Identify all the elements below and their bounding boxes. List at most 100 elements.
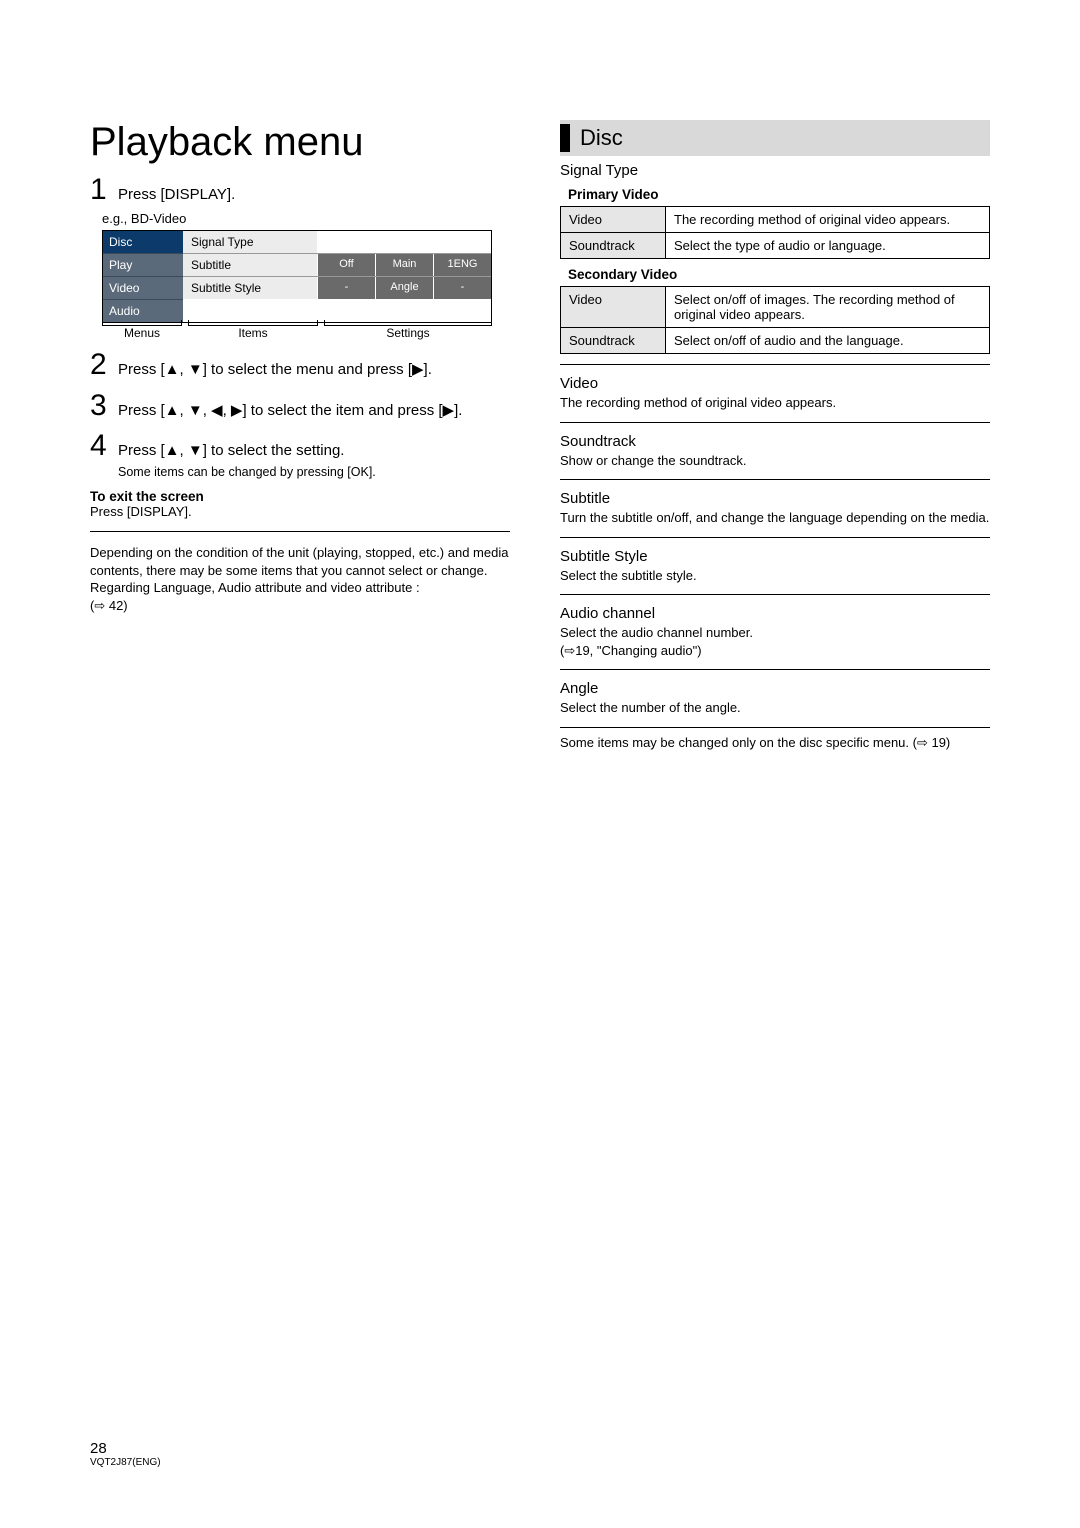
step-3: 3 Press [▲, ▼, ◀, ▶] to select the item … (90, 391, 510, 421)
divider (90, 531, 510, 532)
divider (560, 594, 990, 595)
table-row: Video Select on/off of images. The recor… (561, 287, 990, 328)
bracket-labels: Menus Items Settings (102, 326, 492, 340)
primary-video-table: Video The recording method of original v… (560, 206, 990, 259)
menu-row: Subtitle Style - Angle - (183, 277, 491, 299)
menu-box: Disc Play Video Audio Signal Type Subtit… (102, 230, 492, 323)
table-row: Soundtrack Select the type of audio or l… (561, 233, 990, 259)
entry-text: Turn the subtitle on/off, and change the… (560, 509, 990, 527)
divider (560, 364, 990, 365)
left-column: Playback menu 1 Press [DISPLAY]. e.g., B… (90, 120, 510, 751)
entry-soundtrack: Soundtrack Show or change the soundtrack… (560, 433, 990, 470)
step-3-text: Press [▲, ▼, ◀, ▶] to select the item an… (118, 391, 462, 421)
menu-setting: Angle (375, 277, 433, 299)
table-key: Video (561, 287, 666, 328)
secondary-video-label: Secondary Video (568, 267, 990, 282)
step-number: 1 (90, 175, 118, 205)
divider (560, 669, 990, 670)
step-number: 4 (90, 431, 118, 461)
menu-tab-audio: Audio (103, 300, 183, 322)
entry-text: Select the subtitle style. (560, 567, 990, 585)
entry-title: Subtitle (560, 490, 990, 507)
divider (560, 479, 990, 480)
entry-title: Soundtrack (560, 433, 990, 450)
page-columns: Playback menu 1 Press [DISPLAY]. e.g., B… (90, 120, 990, 751)
section-title: Disc (580, 125, 623, 151)
bracket-label-items: Items (188, 326, 318, 340)
entry-text: Select the number of the angle. (560, 699, 990, 717)
menu-row: Signal Type (183, 231, 491, 254)
menu-item-label: Subtitle Style (183, 277, 317, 299)
exit-block: To exit the screen Press [DISPLAY]. (90, 489, 510, 519)
menu-tab-play: Play (103, 254, 183, 277)
menu-setting: Off (317, 254, 375, 276)
step-number: 2 (90, 350, 118, 380)
entry-video: Video The recording method of original v… (560, 375, 990, 412)
entry-text: Show or change the soundtrack. (560, 452, 990, 470)
menu-setting: - (433, 277, 491, 299)
entry-title: Subtitle Style (560, 548, 990, 565)
menu-setting (433, 231, 491, 253)
table-row: Video The recording method of original v… (561, 207, 990, 233)
table-key: Video (561, 207, 666, 233)
menu-tabs: Disc Play Video Audio (103, 231, 183, 322)
menu-item-label: Signal Type (183, 231, 317, 253)
menu-item-label: Subtitle (183, 254, 317, 276)
right-column: Disc Signal Type Primary Video Video The… (560, 120, 990, 751)
divider (560, 422, 990, 423)
page-number: 28 (90, 1440, 161, 1457)
menu-setting (317, 231, 375, 253)
entry-text: Select the audio channel number. (⇨19, "… (560, 624, 990, 659)
disc-footnote: Some items may be changed only on the di… (560, 734, 990, 752)
step-2-text: Press [▲, ▼] to select the menu and pres… (118, 350, 432, 380)
divider (560, 537, 990, 538)
doc-code: VQT2J87(ENG) (90, 1457, 161, 1468)
entry-angle: Angle Select the number of the angle. (560, 680, 990, 717)
entry-title: Angle (560, 680, 990, 697)
step-2: 2 Press [▲, ▼] to select the menu and pr… (90, 350, 510, 380)
menu-screenshot: Disc Play Video Audio Signal Type Subtit… (102, 230, 492, 340)
table-value: Select the type of audio or language. (666, 233, 990, 259)
step-4-text: Press [▲, ▼] to select the setting. (118, 431, 344, 461)
exit-label: To exit the screen (90, 489, 510, 504)
menu-setting: - (317, 277, 375, 299)
example-label: e.g., BD-Video (102, 211, 510, 226)
menu-setting: Main (375, 254, 433, 276)
menu-items: Signal Type Subtitle Off Main 1ENG Subti… (183, 231, 491, 322)
condition-note: Depending on the condition of the unit (… (90, 544, 510, 579)
language-ref: (⇨ 42) (90, 597, 510, 615)
entry-title: Video (560, 375, 990, 392)
bracket-label-settings: Settings (324, 326, 492, 340)
entry-title: Audio channel (560, 605, 990, 622)
menu-tab-disc: Disc (103, 231, 183, 254)
entry-audio-channel: Audio channel Select the audio channel n… (560, 605, 990, 659)
step-4-note: Some items can be changed by pressing [O… (118, 465, 510, 479)
step-4: 4 Press [▲, ▼] to select the setting. (90, 431, 510, 461)
menu-setting (375, 231, 433, 253)
divider (560, 727, 990, 728)
step-1: 1 Press [DISPLAY]. (90, 175, 510, 205)
page-title: Playback menu (90, 120, 510, 165)
entry-subtitle: Subtitle Turn the subtitle on/off, and c… (560, 490, 990, 527)
table-key: Soundtrack (561, 233, 666, 259)
menu-setting: 1ENG (433, 254, 491, 276)
table-value: The recording method of original video a… (666, 207, 990, 233)
table-value: Select on/off of images. The recording m… (666, 287, 990, 328)
bracket-label-menus: Menus (102, 326, 182, 340)
bracket-row (102, 325, 492, 326)
exit-text: Press [DISPLAY]. (90, 504, 510, 519)
menu-tab-video: Video (103, 277, 183, 300)
section-marker-icon (560, 124, 570, 152)
step-number: 3 (90, 391, 118, 421)
step-1-text: Press [DISPLAY]. (118, 175, 235, 205)
section-header: Disc (560, 120, 990, 156)
entry-text: The recording method of original video a… (560, 394, 990, 412)
signal-type-heading: Signal Type (560, 162, 990, 179)
language-note: Regarding Language, Audio attribute and … (90, 579, 510, 597)
menu-row: Subtitle Off Main 1ENG (183, 254, 491, 277)
entry-subtitle-style: Subtitle Style Select the subtitle style… (560, 548, 990, 585)
table-value: Select on/off of audio and the language. (666, 328, 990, 354)
secondary-video-table: Video Select on/off of images. The recor… (560, 286, 990, 354)
page-footer: 28 VQT2J87(ENG) (90, 1440, 161, 1468)
primary-video-label: Primary Video (568, 187, 990, 202)
